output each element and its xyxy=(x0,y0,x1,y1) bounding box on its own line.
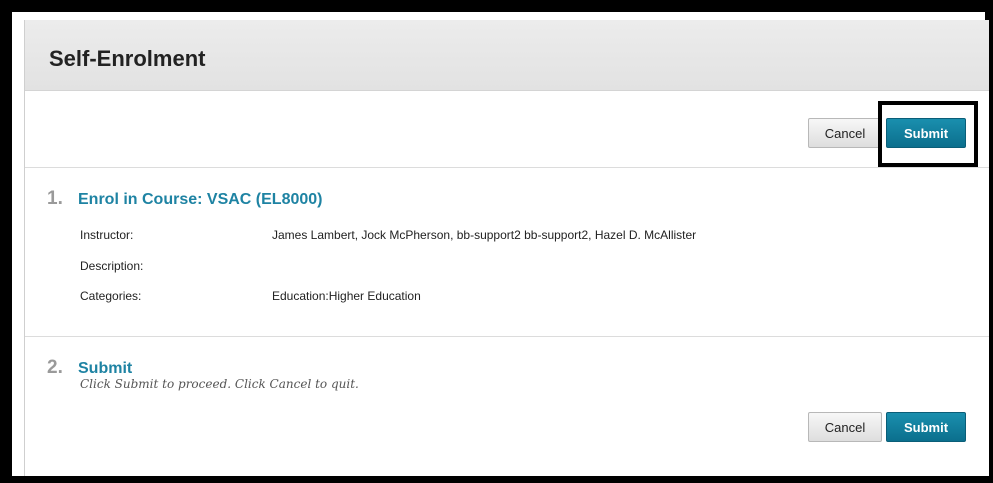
submit-instructions: Click Submit to proceed. Click Cancel to… xyxy=(80,377,359,391)
step-2-number: 2. xyxy=(47,357,63,378)
frame-top-border xyxy=(0,0,993,12)
categories-value: Education:Higher Education xyxy=(272,289,421,303)
bottom-submit-button[interactable]: Submit xyxy=(886,412,966,442)
instructor-value: James Lambert, Jock McPherson, bb-suppor… xyxy=(272,228,697,242)
page-header: Self-Enrolment xyxy=(25,20,989,91)
frame-bottom-border xyxy=(0,476,993,483)
frame-left-border xyxy=(0,0,12,483)
categories-label: Categories: xyxy=(80,289,142,303)
step-1-title: Enrol in Course: VSAC (EL8000) xyxy=(78,191,323,208)
bottom-cancel-button[interactable]: Cancel xyxy=(808,412,882,442)
step-2-title: Submit xyxy=(78,360,133,377)
description-label: Description: xyxy=(80,259,144,273)
submit-highlight-box xyxy=(878,101,978,167)
page-title: Self-Enrolment xyxy=(49,46,206,71)
top-action-bar: Cancel Submit xyxy=(25,91,989,168)
section-divider xyxy=(25,336,989,337)
self-enrolment-panel: Self-Enrolment Cancel Submit 1. Enrol in… xyxy=(24,20,989,476)
instructor-label: Instructor: xyxy=(80,228,134,242)
top-cancel-button[interactable]: Cancel xyxy=(808,118,882,148)
step-1-number: 1. xyxy=(47,188,63,209)
